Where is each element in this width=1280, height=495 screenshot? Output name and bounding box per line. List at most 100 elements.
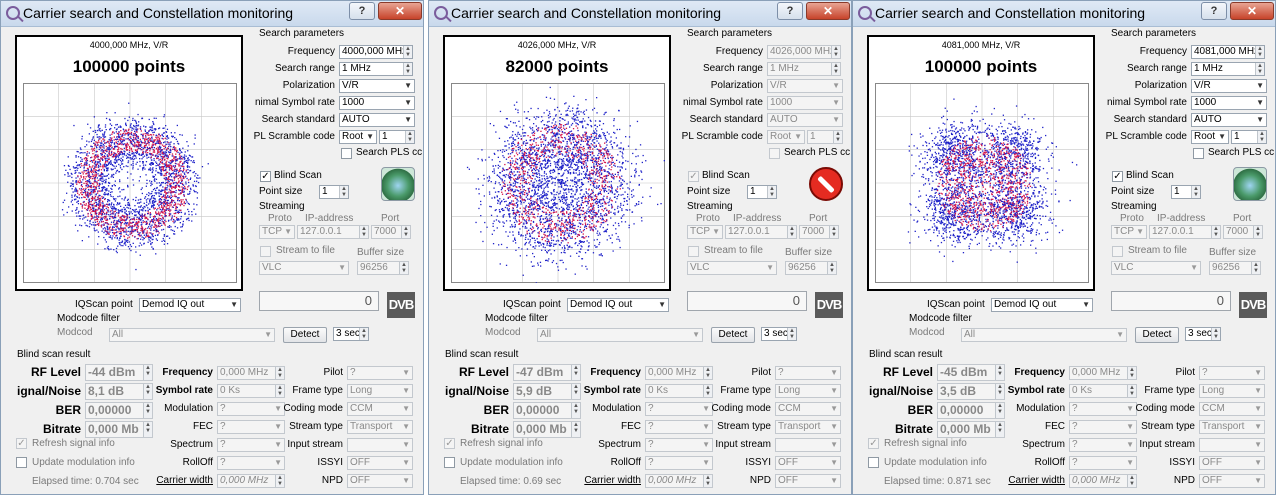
buffer-spin-icon[interactable]: ▲ ▼ [827,262,836,274]
polarization-select[interactable]: V/R ▼ [1191,79,1267,93]
search-standard-select[interactable]: AUTO ▼ [1191,113,1267,127]
search-pls-checkbox[interactable] [341,148,352,159]
search-range-spin-icon[interactable]: ▲ ▼ [403,63,412,75]
symbol-rate-select[interactable]: 1000 ▼ [767,96,843,110]
carrier-width-link[interactable]: Carrier width [141,475,213,486]
refresh-signal-checkbox[interactable]: ✓ [16,438,27,449]
title-bar[interactable]: Carrier search and Constellation monitor… [429,1,851,27]
update-modulation-checkbox[interactable] [444,457,455,468]
proto-select[interactable]: TCP ▼ [1111,225,1147,239]
help-button[interactable]: ? [349,2,375,20]
ip-spin-icon[interactable]: ▲ ▼ [359,226,368,238]
vlc-select[interactable]: VLC ▼ [1111,261,1201,275]
ip-spin-icon[interactable]: ▲ ▼ [787,226,796,238]
refresh-signal-checkbox[interactable]: ✓ [444,438,455,449]
polarization-select[interactable]: V/R ▼ [339,79,415,93]
close-button[interactable]: ✕ [1230,2,1274,20]
carrier-width-link[interactable]: Carrier width [569,475,641,486]
frequency-input[interactable]: 4000,000 MHz ▲ ▼ [339,45,413,59]
close-button[interactable]: ✕ [378,2,422,20]
buffer-size-input[interactable]: 96256 ▲ ▼ [357,261,409,275]
detect-seconds-input[interactable]: 3 sec ▲ ▼ [761,327,797,341]
refresh-signal-checkbox[interactable]: ✓ [868,438,879,449]
port-spin-icon[interactable]: ▲ ▼ [829,226,838,238]
iqscan-select[interactable]: Demod IQ out ▼ [991,298,1093,312]
ip-address-input[interactable]: 127.0.0.1 ▲ ▼ [297,225,369,239]
blind-scan-checkbox[interactable]: ✓ [1112,171,1123,182]
pl-scramble-spin-icon[interactable]: ▲ ▼ [405,131,414,143]
search-range-input[interactable]: 1 MHz ▲ ▼ [1191,62,1265,76]
frequency-spin-icon[interactable]: ▲ ▼ [403,46,412,58]
modcode-select[interactable]: All ▼ [109,328,275,342]
modcode-select[interactable]: All ▼ [537,328,703,342]
detect-button[interactable]: Detect [1135,327,1179,343]
detect-button[interactable]: Detect [711,327,755,343]
search-pls-checkbox[interactable] [769,148,780,159]
buffer-size-input[interactable]: 96256 ▲ ▼ [1209,261,1261,275]
stop-scan-icon[interactable] [809,167,843,201]
port-input[interactable]: 7000 ▲ ▼ [799,225,839,239]
ip-spin-icon[interactable]: ▲ ▼ [1211,226,1220,238]
buffer-spin-icon[interactable]: ▲ ▼ [399,262,408,274]
vlc-select[interactable]: VLC ▼ [259,261,349,275]
polarization-select[interactable]: V/R ▼ [767,79,843,93]
seconds-spin-icon[interactable]: ▲ ▼ [1211,328,1220,340]
pl-scramble-number[interactable]: 1 ▲ ▼ [1231,130,1267,144]
point-size-spin-icon[interactable]: ▲ ▼ [1191,186,1200,198]
buffer-size-input[interactable]: 96256 ▲ ▼ [785,261,837,275]
help-button[interactable]: ? [1201,2,1227,20]
seconds-spin-icon[interactable]: ▲ ▼ [359,328,368,340]
point-size-input[interactable]: 1 ▲ ▼ [1171,185,1201,199]
search-pls-checkbox[interactable] [1193,148,1204,159]
help-button[interactable]: ? [777,2,803,20]
pl-scramble-number[interactable]: 1 ▲ ▼ [807,130,843,144]
carrier-width-link[interactable]: Carrier width [993,475,1065,486]
symbol-rate-select[interactable]: 1000 ▼ [1191,96,1267,110]
iqscan-select[interactable]: Demod IQ out ▼ [567,298,669,312]
port-spin-icon[interactable]: ▲ ▼ [401,226,410,238]
port-input[interactable]: 7000 ▲ ▼ [1223,225,1263,239]
ip-address-input[interactable]: 127.0.0.1 ▲ ▼ [1149,225,1221,239]
search-range-input[interactable]: 1 MHz ▲ ▼ [339,62,413,76]
update-modulation-checkbox[interactable] [16,457,27,468]
pl-scramble-select[interactable]: Root ▼ [767,130,805,144]
stream-to-file-checkbox[interactable] [260,246,271,257]
port-input[interactable]: 7000 ▲ ▼ [371,225,411,239]
frequency-input[interactable]: 4081,000 MHz ▲ ▼ [1191,45,1265,59]
ip-address-input[interactable]: 127.0.0.1 ▲ ▼ [725,225,797,239]
buffer-spin-icon[interactable]: ▲ ▼ [1251,262,1260,274]
start-scan-icon[interactable] [381,167,415,201]
title-bar[interactable]: Carrier search and Constellation monitor… [1,1,423,27]
pl-scramble-number[interactable]: 1 ▲ ▼ [379,130,415,144]
seconds-spin-icon[interactable]: ▲ ▼ [787,328,796,340]
search-range-spin-icon[interactable]: ▲ ▼ [1255,63,1264,75]
frequency-spin-icon[interactable]: ▲ ▼ [1255,46,1264,58]
frequency-spin-icon[interactable]: ▲ ▼ [831,46,840,58]
start-scan-icon[interactable] [1233,167,1267,201]
point-size-spin-icon[interactable]: ▲ ▼ [339,186,348,198]
port-spin-icon[interactable]: ▲ ▼ [1253,226,1262,238]
update-modulation-checkbox[interactable] [868,457,879,468]
detect-seconds-input[interactable]: 3 sec ▲ ▼ [333,327,369,341]
point-size-input[interactable]: 1 ▲ ▼ [747,185,777,199]
detect-seconds-input[interactable]: 3 sec ▲ ▼ [1185,327,1221,341]
modcode-select[interactable]: All ▼ [961,328,1127,342]
stream-to-file-checkbox[interactable] [1112,246,1123,257]
stream-to-file-checkbox[interactable] [688,246,699,257]
blind-scan-checkbox[interactable]: ✓ [260,171,271,182]
pl-scramble-select[interactable]: Root ▼ [339,130,377,144]
close-button[interactable]: ✕ [806,2,850,20]
search-standard-select[interactable]: AUTO ▼ [767,113,843,127]
symbol-rate-select[interactable]: 1000 ▼ [339,96,415,110]
proto-select[interactable]: TCP ▼ [259,225,295,239]
title-bar[interactable]: Carrier search and Constellation monitor… [853,1,1275,27]
vlc-select[interactable]: VLC ▼ [687,261,777,275]
pl-scramble-spin-icon[interactable]: ▲ ▼ [833,131,842,143]
point-size-spin-icon[interactable]: ▲ ▼ [767,186,776,198]
iqscan-select[interactable]: Demod IQ out ▼ [139,298,241,312]
frequency-input[interactable]: 4026,000 MHz ▲ ▼ [767,45,841,59]
detect-button[interactable]: Detect [283,327,327,343]
proto-select[interactable]: TCP ▼ [687,225,723,239]
search-range-spin-icon[interactable]: ▲ ▼ [831,63,840,75]
search-standard-select[interactable]: AUTO ▼ [339,113,415,127]
